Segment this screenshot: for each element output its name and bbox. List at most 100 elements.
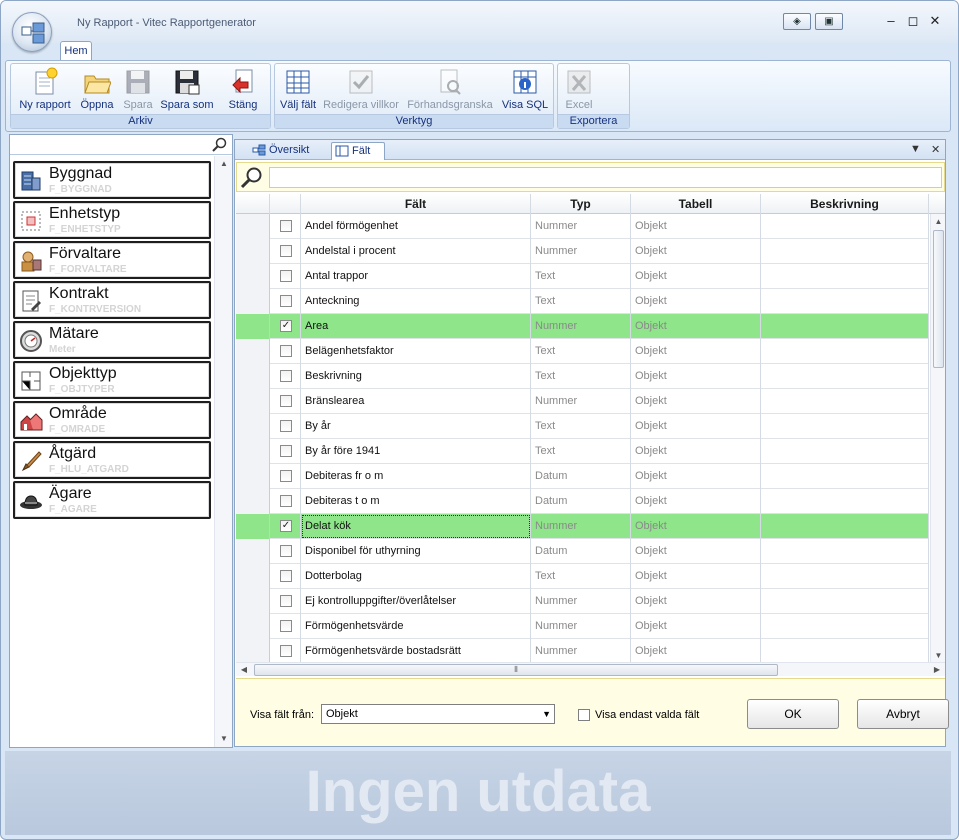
field-name-cell[interactable]: Antal trappor <box>301 264 531 289</box>
show-sql-button[interactable]: Visa SQL <box>501 67 549 117</box>
field-description-cell[interactable] <box>761 214 929 239</box>
field-checkbox[interactable] <box>280 620 292 632</box>
maximize-icon[interactable]: ◻ <box>903 11 923 31</box>
field-type-cell[interactable]: Nummer <box>531 389 631 414</box>
field-name-cell[interactable]: Förmögenhetsvärde <box>301 614 531 639</box>
field-description-cell[interactable] <box>761 614 929 639</box>
field-name-cell[interactable]: By år <box>301 414 531 439</box>
table-row[interactable]: Dotterbolag Text Objekt <box>236 564 929 589</box>
field-name-cell[interactable]: Ej kontrolluppgifter/överlåtelser <box>301 589 531 614</box>
grid-vertical-scrollbar[interactable]: ▲ ▼ <box>930 214 945 664</box>
field-type-cell[interactable]: Text <box>531 264 631 289</box>
field-table-cell[interactable]: Objekt <box>631 439 761 464</box>
field-checkbox[interactable] <box>280 295 292 307</box>
field-checkbox[interactable] <box>280 570 292 582</box>
row-header[interactable] <box>236 389 270 414</box>
table-row[interactable]: Debiteras fr o m Datum Objekt <box>236 464 929 489</box>
row-header[interactable] <box>236 239 270 264</box>
field-table-cell[interactable]: Objekt <box>631 389 761 414</box>
field-type-cell[interactable]: Text <box>531 339 631 364</box>
show-fields-from-select[interactable]: Objekt ▼ <box>321 704 555 724</box>
field-table-cell[interactable]: Objekt <box>631 364 761 389</box>
edit-conditions-button[interactable]: Redigera villkor <box>321 67 401 117</box>
table-row[interactable]: Bränslearea Nummer Objekt <box>236 389 929 414</box>
field-table-cell[interactable]: Objekt <box>631 614 761 639</box>
close-icon[interactable]: ✕ <box>925 11 945 31</box>
save-button[interactable]: Spara <box>123 67 153 117</box>
row-header[interactable] <box>236 414 270 439</box>
field-description-cell[interactable] <box>761 264 929 289</box>
field-name-cell[interactable]: Area <box>301 314 531 339</box>
table-row[interactable]: Ej kontrolluppgifter/överlåtelser Nummer O… <box>236 589 929 614</box>
field-type-cell[interactable]: Text <box>531 289 631 314</box>
tab-hem[interactable]: Hem <box>60 41 92 61</box>
row-header[interactable] <box>236 639 270 664</box>
field-description-cell[interactable] <box>761 514 929 539</box>
table-item-enhetstyp[interactable]: Enhetstyp F_ENHETSTYP <box>13 201 211 239</box>
row-header[interactable] <box>236 314 270 339</box>
field-name-cell[interactable]: Andelstal i procent <box>301 239 531 264</box>
close-tab-icon[interactable]: ✕ <box>931 143 940 156</box>
field-type-cell[interactable]: Nummer <box>531 614 631 639</box>
row-header[interactable] <box>236 539 270 564</box>
row-header[interactable] <box>236 514 270 539</box>
row-header[interactable] <box>236 489 270 514</box>
field-table-cell[interactable]: Objekt <box>631 464 761 489</box>
row-header[interactable] <box>236 589 270 614</box>
scroll-up-icon[interactable]: ▲ <box>931 214 945 230</box>
field-name-cell[interactable]: Debiteras fr o m <box>301 464 531 489</box>
field-description-cell[interactable] <box>761 589 929 614</box>
table-row[interactable]: Antal trappor Text Objekt <box>236 264 929 289</box>
scroll-up-icon[interactable]: ▲ <box>215 156 233 172</box>
field-type-cell[interactable]: Text <box>531 439 631 464</box>
column-header-beskrivning[interactable]: Beskrivning <box>761 194 929 214</box>
field-table-cell[interactable]: Objekt <box>631 214 761 239</box>
field-description-cell[interactable] <box>761 239 929 264</box>
field-checkbox[interactable] <box>280 495 292 507</box>
field-table-cell[interactable]: Objekt <box>631 289 761 314</box>
grid-horizontal-scrollbar[interactable]: ◀ ⦀ ▶ <box>236 662 945 676</box>
field-checkbox[interactable] <box>280 370 292 382</box>
field-table-cell[interactable]: Objekt <box>631 414 761 439</box>
minimize-icon[interactable]: – <box>881 11 901 31</box>
field-description-cell[interactable] <box>761 564 929 589</box>
field-type-cell[interactable]: Nummer <box>531 314 631 339</box>
field-description-cell[interactable] <box>761 639 929 664</box>
field-checkbox[interactable] <box>280 395 292 407</box>
scroll-right-icon[interactable]: ▶ <box>929 662 945 678</box>
row-header[interactable] <box>236 289 270 314</box>
table-item-forvaltare[interactable]: Förvaltare F_FORVALTARE <box>13 241 211 279</box>
field-description-cell[interactable] <box>761 364 929 389</box>
table-item-byggnad[interactable]: Byggnad F_BYGGNAD <box>13 161 211 199</box>
field-checkbox[interactable]: ✓ <box>280 320 292 332</box>
field-name-cell[interactable]: Delat kök <box>301 514 531 539</box>
field-table-cell[interactable]: Objekt <box>631 314 761 339</box>
field-name-cell[interactable]: Dotterbolag <box>301 564 531 589</box>
field-checkbox[interactable] <box>280 595 292 607</box>
new-report-button[interactable]: Ny rapport <box>19 67 71 117</box>
field-table-cell[interactable]: Objekt <box>631 489 761 514</box>
search-icon[interactable] <box>212 137 228 153</box>
field-description-cell[interactable] <box>761 414 929 439</box>
field-description-cell[interactable] <box>761 339 929 364</box>
table-row[interactable]: Förmögenhetsvärde Nummer Objekt <box>236 614 929 639</box>
tab-falt[interactable]: Fält <box>331 142 385 160</box>
table-row[interactable]: ✓ Area Nummer Objekt <box>236 314 929 339</box>
field-name-cell[interactable]: Disponibel för uthyrning <box>301 539 531 564</box>
table-row[interactable]: Andel förmögenhet Nummer Objekt <box>236 214 929 239</box>
field-checkbox[interactable] <box>280 270 292 282</box>
field-table-cell[interactable]: Objekt <box>631 539 761 564</box>
field-description-cell[interactable] <box>761 539 929 564</box>
field-name-cell[interactable]: Belägenhetsfaktor <box>301 339 531 364</box>
field-checkbox[interactable] <box>280 220 292 232</box>
row-header[interactable] <box>236 339 270 364</box>
field-type-cell[interactable]: Nummer <box>531 214 631 239</box>
field-type-cell[interactable]: Nummer <box>531 589 631 614</box>
excel-button[interactable]: Excel <box>562 67 596 117</box>
field-checkbox[interactable] <box>280 245 292 257</box>
field-table-cell[interactable]: Objekt <box>631 639 761 664</box>
field-description-cell[interactable] <box>761 464 929 489</box>
row-header[interactable] <box>236 614 270 639</box>
cancel-button[interactable]: Avbryt <box>857 699 949 729</box>
field-checkbox[interactable] <box>280 545 292 557</box>
